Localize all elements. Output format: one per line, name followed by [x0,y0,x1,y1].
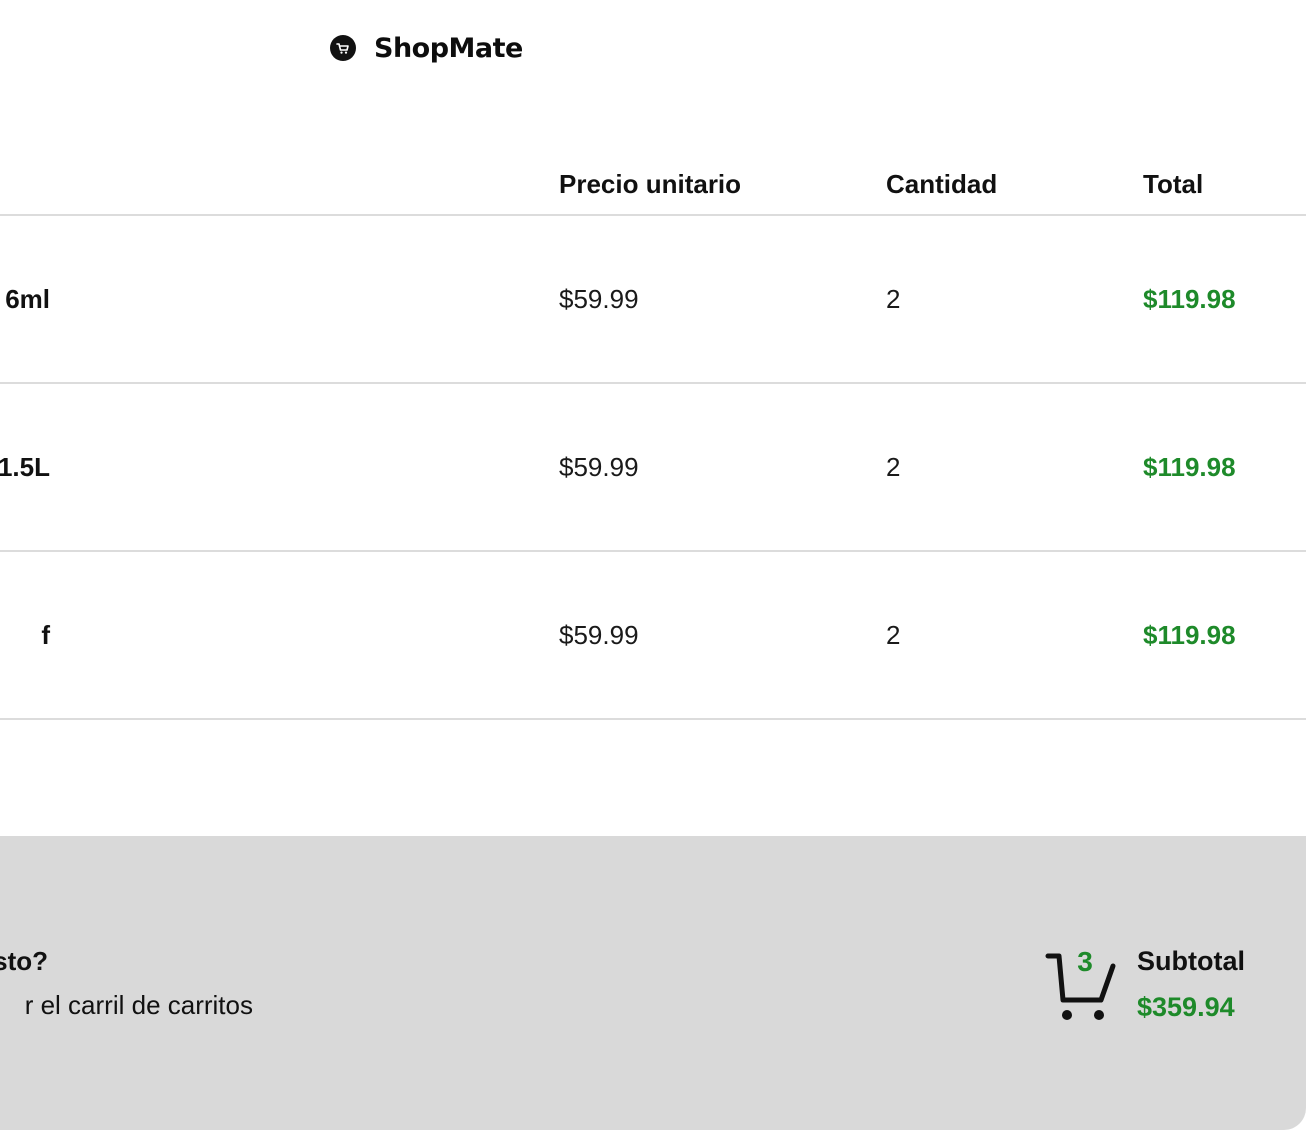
brand-name: ShopMate [374,32,523,64]
unit-price: $59.99 [559,284,639,314]
header-quantity: Cantidad [886,169,998,199]
product-name[interactable]: a 1.5L [0,452,50,483]
product-name[interactable]: 6ml [5,284,50,315]
header-total: Total [1143,169,1204,199]
subtotal-value: $359.94 [1137,992,1235,1022]
unit-price: $59.99 [559,620,639,650]
line-total: $119.98 [1143,452,1236,482]
quantity-value: 2 [886,284,901,314]
header-price: Precio unitario [559,169,742,199]
help-title: sto? [0,946,48,976]
cart-count-badge: 3 [1077,946,1093,977]
quantity-value: 2 [886,620,901,650]
line-total: $119.98 [1143,620,1236,650]
table-row: a 1.5L $59.99 2 $119.98 [0,384,1306,552]
cart-icon [330,35,356,61]
brand-logo[interactable]: ShopMate [330,30,523,66]
product-name[interactable]: f [41,620,50,651]
subtotal-label: Subtotal [1137,946,1245,976]
table-header: Precio unitario Cantidad Total [0,150,1306,216]
cart-footer: sto? r el carril de carritos 3 Subtotal … [0,836,1306,1130]
quantity-value: 2 [886,452,901,482]
table-row: f $59.99 2 $119.98 [0,552,1306,720]
help-text: r el carril de carritos [24,990,253,1020]
cart-page: ShopMate Precio unitario Cantidad Total … [0,0,1306,1130]
cart-table: Precio unitario Cantidad Total 6ml $59.9… [0,150,1306,720]
table-row: 6ml $59.99 2 $119.98 [0,216,1306,384]
cart-summary[interactable]: 3 Subtotal $359.94 [1045,940,1295,1030]
unit-price: $59.99 [559,452,639,482]
line-total: $119.98 [1143,284,1236,314]
